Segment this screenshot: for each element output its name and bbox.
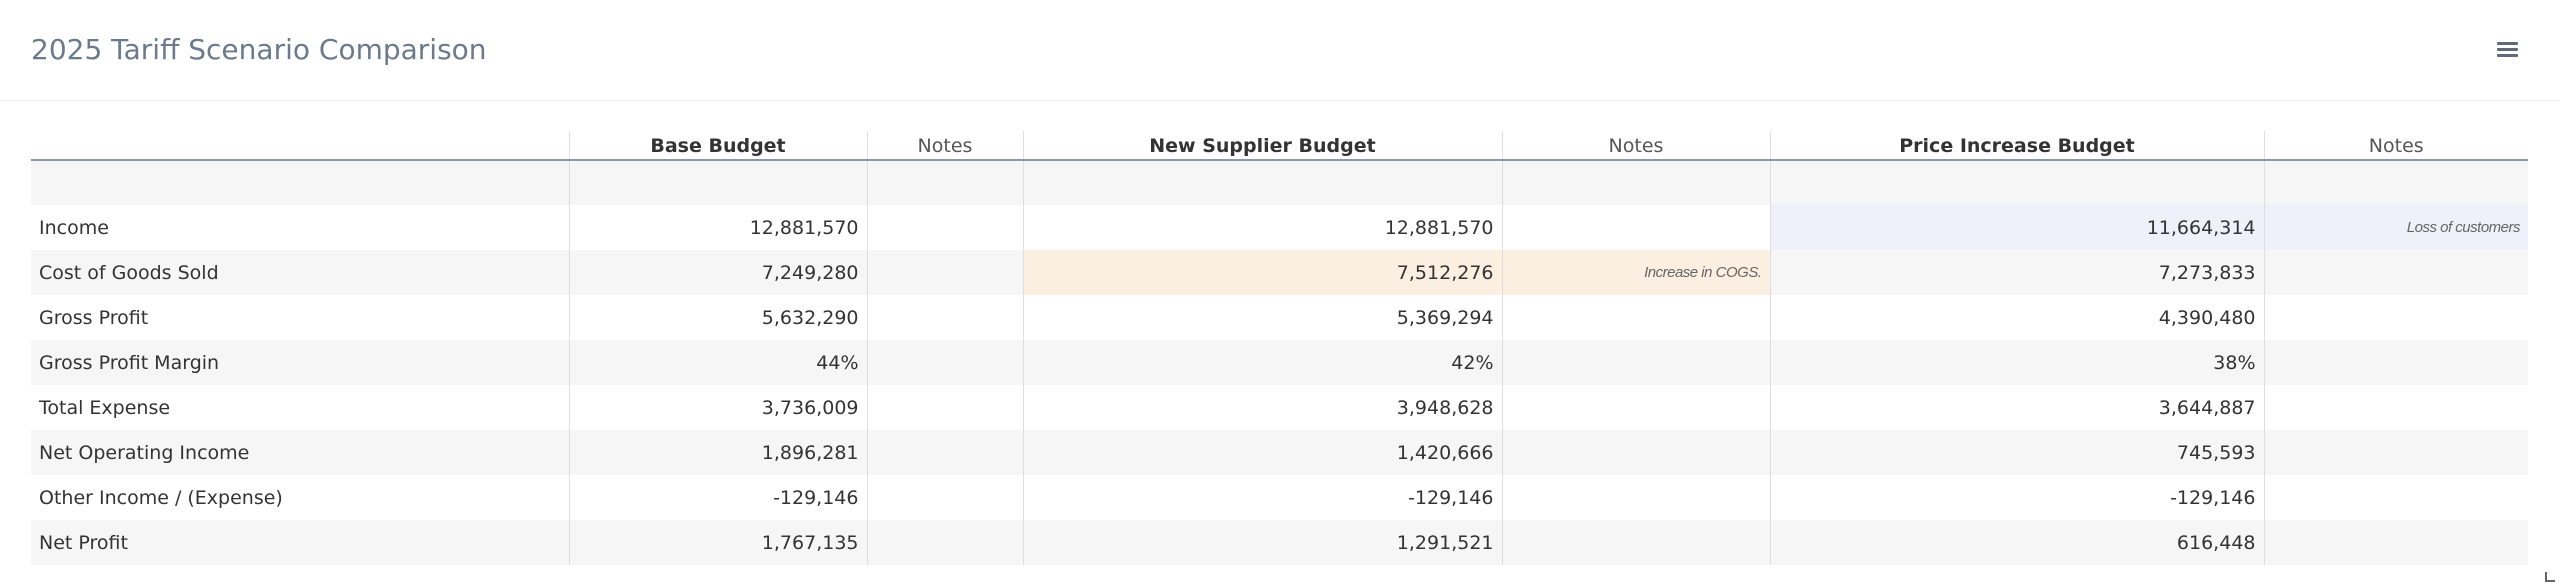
row-label: Gross Profit Margin (31, 340, 569, 385)
budget-comparison-table: Base Budget Notes New Supplier Budget No… (31, 131, 2528, 565)
price-increase-value: 4,390,480 (1769, 295, 2264, 340)
new-supplier-value: 3,948,628 (1022, 385, 1502, 430)
supplier-note: Increase in COGS. (1501, 250, 1770, 295)
supplier-note (1501, 295, 1770, 340)
table-header-row: Base Budget Notes New Supplier Budget No… (31, 131, 2528, 161)
row-label: Income (31, 205, 569, 250)
price-increase-value: 745,593 (1769, 430, 2264, 475)
row-label: Other Income / (Expense) (31, 475, 569, 520)
table-row: Gross Profit 5,632,290 5,369,294 4,390,480 (31, 295, 2528, 340)
new-supplier-value: 5,369,294 (1022, 295, 1502, 340)
price-note (2263, 385, 2528, 430)
spacer-row (31, 160, 2528, 205)
supplier-note (1501, 205, 1770, 250)
base-budget-value: 5,632,290 (568, 295, 867, 340)
new-supplier-value: 42% (1022, 340, 1502, 385)
base-notes-cell (866, 295, 1023, 340)
price-increase-value: 11,664,314 (1769, 205, 2264, 250)
base-budget-value: 12,881,570 (568, 205, 867, 250)
price-note: Loss of customers (2263, 205, 2528, 250)
header-price-increase-budget[interactable]: Price Increase Budget (1769, 131, 2264, 161)
price-note (2263, 250, 2528, 295)
price-note (2263, 475, 2528, 520)
new-supplier-value: 7,512,276 (1022, 250, 1502, 295)
price-note (2263, 295, 2528, 340)
base-budget-value: 1,767,135 (568, 520, 867, 565)
hamburger-menu-icon[interactable] (2494, 38, 2522, 62)
menu-bar (2497, 48, 2518, 51)
base-notes-cell (866, 340, 1023, 385)
price-increase-value: 38% (1769, 340, 2264, 385)
header-new-supplier-budget[interactable]: New Supplier Budget (1022, 131, 1502, 161)
row-label: Net Operating Income (31, 430, 569, 475)
spacer-cell (31, 160, 569, 205)
spacer-cell (2263, 160, 2528, 205)
spacer-cell (1769, 160, 2264, 205)
header-label-cell (31, 131, 569, 161)
price-increase-value: 3,644,887 (1769, 385, 2264, 430)
price-increase-value: 7,273,833 (1769, 250, 2264, 295)
price-note (2263, 430, 2528, 475)
spacer-cell (1501, 160, 1770, 205)
row-label: Cost of Goods Sold (31, 250, 569, 295)
row-label: Net Profit (31, 520, 569, 565)
table-row: Cost of Goods Sold 7,249,280 7,512,276 Incr… (31, 250, 2528, 295)
price-note (2263, 520, 2528, 565)
price-increase-value: 616,448 (1769, 520, 2264, 565)
spacer-cell (1022, 160, 1502, 205)
menu-bar (2497, 54, 2518, 57)
header-price-notes[interactable]: Notes (2263, 131, 2528, 161)
table-row: Gross Profit Margin 44% 42% 38% (31, 340, 2528, 385)
spacer-cell (568, 160, 867, 205)
new-supplier-value: 1,291,521 (1022, 520, 1502, 565)
base-budget-value: 1,896,281 (568, 430, 867, 475)
page-title: 2025 Tariff Scenario Comparison (31, 33, 487, 66)
base-budget-value: 44% (568, 340, 867, 385)
supplier-note (1501, 430, 1770, 475)
base-budget-value: 3,736,009 (568, 385, 867, 430)
app-header: 2025 Tariff Scenario Comparison (0, 0, 2560, 101)
new-supplier-value: 12,881,570 (1022, 205, 1502, 250)
header-supplier-notes[interactable]: Notes (1501, 131, 1770, 161)
supplier-note (1501, 520, 1770, 565)
table-row: Total Expense 3,736,009 3,948,628 3,644,887 (31, 385, 2528, 430)
row-label: Gross Profit (31, 295, 569, 340)
new-supplier-value: 1,420,666 (1022, 430, 1502, 475)
base-budget-value: -129,146 (568, 475, 867, 520)
table-row: Income 12,881,570 12,881,570 11,664,314 Loss… (31, 205, 2528, 250)
supplier-note (1501, 475, 1770, 520)
price-increase-value: -129,146 (1769, 475, 2264, 520)
base-notes-cell (866, 430, 1023, 475)
menu-bar (2497, 42, 2518, 45)
new-supplier-value: -129,146 (1022, 475, 1502, 520)
spacer-cell (866, 160, 1023, 205)
base-notes-cell (866, 520, 1023, 565)
supplier-note (1501, 340, 1770, 385)
base-notes-cell (866, 250, 1023, 295)
header-base-notes[interactable]: Notes (866, 131, 1023, 161)
resize-handle-icon[interactable] (2545, 572, 2555, 582)
table-row: Other Income / (Expense) -129,146 -129,146… (31, 475, 2528, 520)
row-label: Total Expense (31, 385, 569, 430)
base-notes-cell (866, 475, 1023, 520)
price-note (2263, 340, 2528, 385)
base-notes-cell (866, 205, 1023, 250)
base-budget-value: 7,249,280 (568, 250, 867, 295)
table-row: Net Operating Income 1,896,281 1,420,666 74… (31, 430, 2528, 475)
supplier-note (1501, 385, 1770, 430)
base-notes-cell (866, 385, 1023, 430)
header-base-budget[interactable]: Base Budget (568, 131, 867, 161)
table-row: Net Profit 1,767,135 1,291,521 616,448 (31, 520, 2528, 565)
